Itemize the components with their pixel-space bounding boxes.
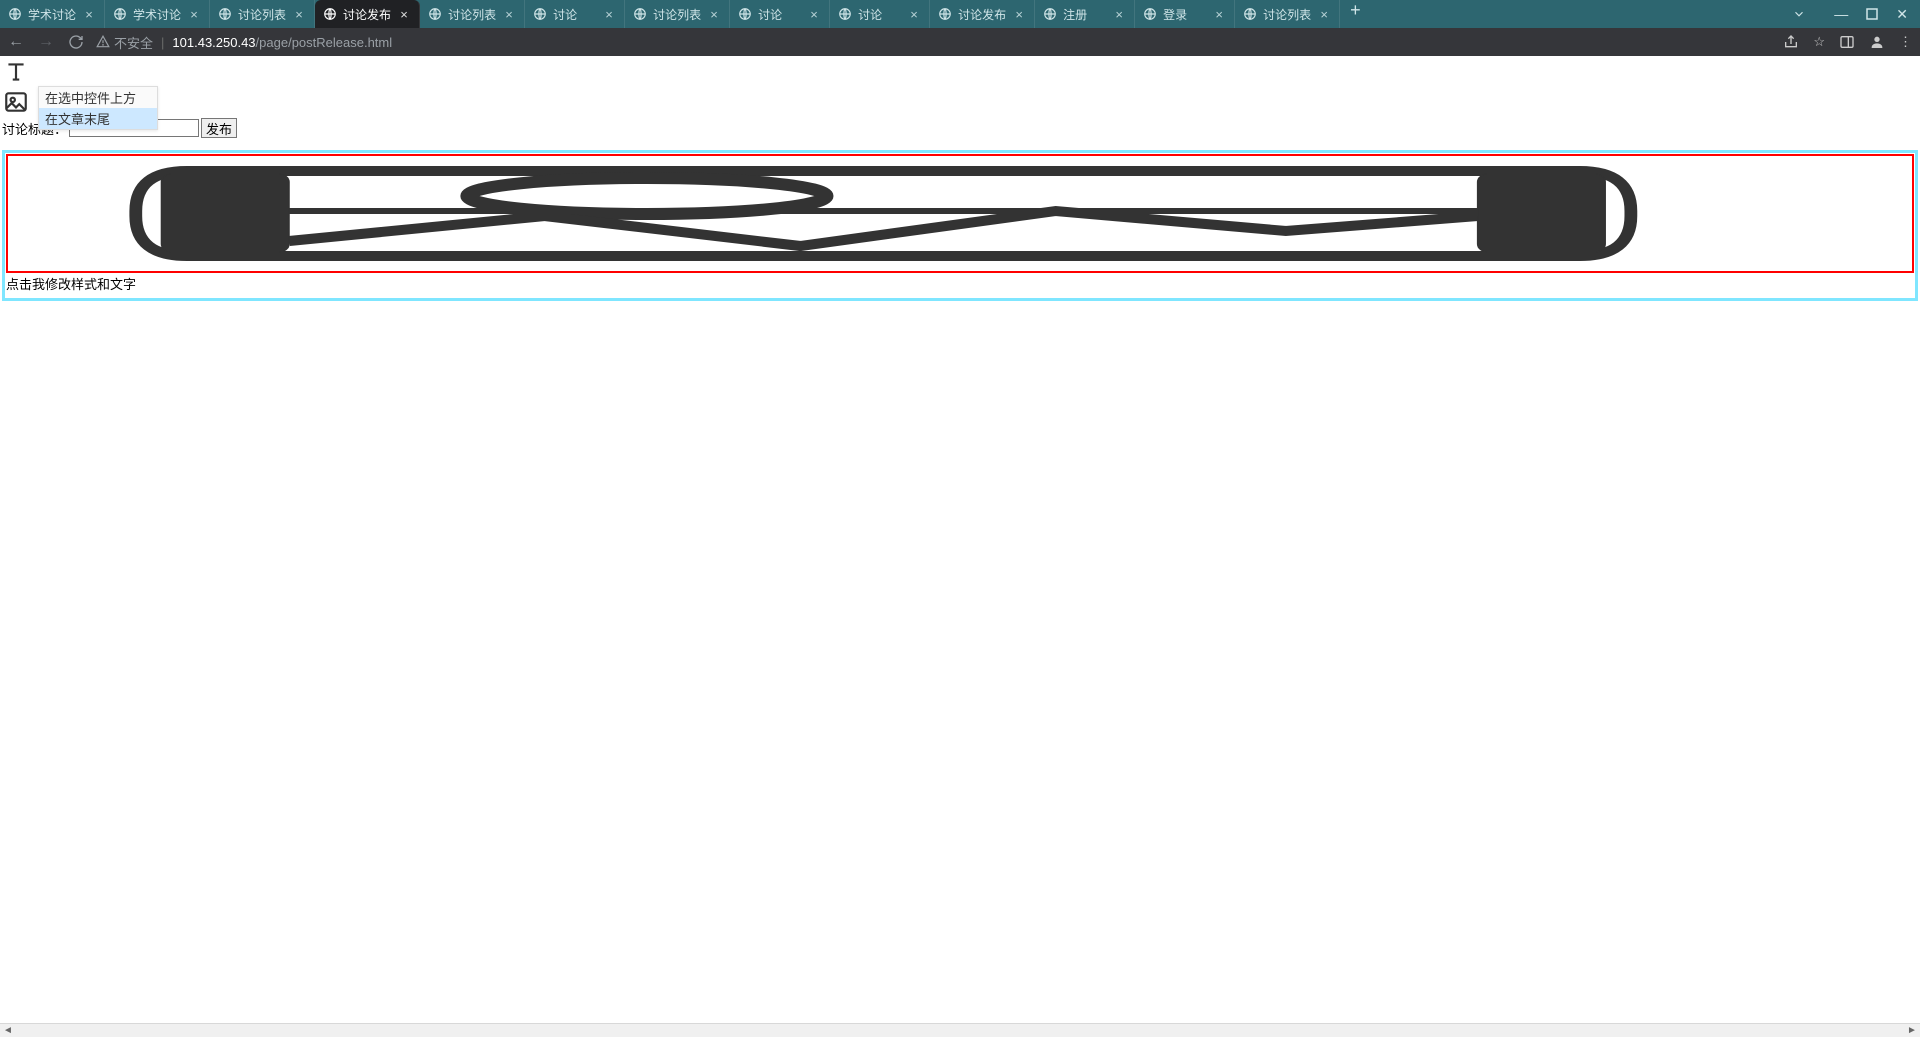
insecure-label: 不安全 bbox=[114, 33, 153, 52]
tab-title: 讨论列表 bbox=[1263, 6, 1311, 23]
scroll-right-icon[interactable]: ► bbox=[1904, 1024, 1920, 1037]
profile-icon[interactable] bbox=[1869, 34, 1885, 50]
editor-area: 点击我修改样式和文字 bbox=[2, 150, 1918, 301]
tab-discussion-3[interactable]: 讨论 × bbox=[830, 0, 930, 28]
kebab-menu-icon[interactable]: ⋮ bbox=[1899, 34, 1912, 50]
tab-academic-discussion-1[interactable]: 学术讨论 × bbox=[0, 0, 105, 28]
tab-post-release[interactable]: 讨论发布 × bbox=[315, 0, 420, 28]
globe-icon bbox=[838, 7, 852, 21]
globe-icon bbox=[8, 7, 22, 21]
text-tool-button[interactable] bbox=[2, 58, 30, 86]
back-icon[interactable]: ← bbox=[8, 33, 24, 51]
globe-icon bbox=[533, 7, 547, 21]
tabs-container: 学术讨论 × 学术讨论 × 讨论列表 × 讨论发布 × 讨论列表 × 讨论 × bbox=[0, 0, 1780, 28]
dropdown-option-end[interactable]: 在文章末尾 bbox=[39, 108, 157, 129]
close-icon[interactable]: × bbox=[1012, 7, 1026, 21]
toolbar-right-icons: ☆ ⋮ bbox=[1783, 34, 1912, 50]
close-icon[interactable]: × bbox=[707, 7, 721, 21]
tab-title: 学术讨论 bbox=[28, 6, 76, 23]
close-window-icon[interactable]: ✕ bbox=[1896, 6, 1908, 23]
chevron-down-icon[interactable] bbox=[1792, 7, 1806, 21]
tab-post-release-2[interactable]: 讨论发布 × bbox=[930, 0, 1035, 28]
tab-title: 讨论列表 bbox=[448, 6, 496, 23]
tab-academic-discussion-2[interactable]: 学术讨论 × bbox=[105, 0, 210, 28]
globe-icon bbox=[113, 7, 127, 21]
star-icon[interactable]: ☆ bbox=[1813, 34, 1825, 50]
address-bar: ← → 不安全 | 101.43.250.43/page/postRelease… bbox=[0, 28, 1920, 56]
close-icon[interactable]: × bbox=[807, 7, 821, 21]
globe-icon bbox=[738, 7, 752, 21]
tab-title: 讨论 bbox=[858, 6, 901, 23]
maximize-icon[interactable] bbox=[1866, 8, 1878, 20]
close-icon[interactable]: × bbox=[187, 7, 201, 21]
editable-text-block[interactable]: 点击我修改样式和文字 bbox=[6, 273, 1914, 297]
tab-discussion-2[interactable]: 讨论 × bbox=[730, 0, 830, 28]
tab-title: 学术讨论 bbox=[133, 6, 181, 23]
close-icon[interactable]: × bbox=[907, 7, 921, 21]
side-panel-icon[interactable] bbox=[1839, 34, 1855, 50]
tab-login[interactable]: 登录 × bbox=[1135, 0, 1235, 28]
url-path: /page/postRelease.html bbox=[256, 35, 393, 50]
minimize-icon[interactable]: — bbox=[1834, 6, 1848, 22]
url-host: 101.43.250.43 bbox=[172, 35, 255, 50]
close-icon[interactable]: × bbox=[1317, 7, 1331, 21]
tab-title: 讨论 bbox=[758, 6, 801, 23]
tab-title: 讨论列表 bbox=[653, 6, 701, 23]
tab-title: 讨论发布 bbox=[958, 6, 1006, 23]
globe-icon bbox=[633, 7, 647, 21]
close-icon[interactable]: × bbox=[602, 7, 616, 21]
nav-buttons: ← → bbox=[8, 33, 84, 51]
share-icon[interactable] bbox=[1783, 34, 1799, 50]
page-content: 在选中控件上方 在文章末尾 讨论标题： 发布 bbox=[0, 56, 1920, 1023]
tab-discussion-1[interactable]: 讨论 × bbox=[525, 0, 625, 28]
tab-title: 讨论发布 bbox=[343, 6, 391, 23]
close-icon[interactable]: × bbox=[292, 7, 306, 21]
close-icon[interactable]: × bbox=[502, 7, 516, 21]
new-tab-button[interactable]: + bbox=[1340, 0, 1371, 28]
publish-button[interactable]: 发布 bbox=[201, 118, 237, 138]
tab-discussion-list-3[interactable]: 讨论列表 × bbox=[625, 0, 730, 28]
scroll-left-icon[interactable]: ◄ bbox=[0, 1024, 16, 1037]
close-icon[interactable]: × bbox=[82, 7, 96, 21]
close-icon[interactable]: × bbox=[1112, 7, 1126, 21]
tab-discussion-list-1[interactable]: 讨论列表 × bbox=[210, 0, 315, 28]
image-placeholder-block[interactable] bbox=[6, 154, 1914, 273]
globe-icon bbox=[938, 7, 952, 21]
globe-icon bbox=[218, 7, 232, 21]
window-controls: — ✕ bbox=[1780, 6, 1920, 23]
url-divider: | bbox=[161, 35, 164, 50]
globe-icon bbox=[1243, 7, 1257, 21]
close-icon[interactable]: × bbox=[1212, 7, 1226, 21]
dropdown-option-above[interactable]: 在选中控件上方 bbox=[39, 87, 157, 108]
reload-icon[interactable] bbox=[68, 34, 84, 50]
tab-title: 讨论列表 bbox=[238, 6, 286, 23]
tab-title: 登录 bbox=[1163, 6, 1206, 23]
globe-icon bbox=[428, 7, 442, 21]
browser-tab-strip: 学术讨论 × 学术讨论 × 讨论列表 × 讨论发布 × 讨论列表 × 讨论 × bbox=[0, 0, 1920, 28]
globe-icon bbox=[1143, 7, 1157, 21]
tab-discussion-list-2[interactable]: 讨论列表 × bbox=[420, 0, 525, 28]
tab-title: 注册 bbox=[1063, 6, 1106, 23]
globe-icon bbox=[1043, 7, 1057, 21]
close-icon[interactable]: × bbox=[397, 7, 411, 21]
tab-title: 讨论 bbox=[553, 6, 596, 23]
tab-discussion-list-4[interactable]: 讨论列表 × bbox=[1235, 0, 1340, 28]
forward-icon[interactable]: → bbox=[38, 33, 54, 51]
tab-register[interactable]: 注册 × bbox=[1035, 0, 1135, 28]
selected-block[interactable]: 点击我修改样式和文字 bbox=[2, 150, 1918, 301]
image-tool-button[interactable] bbox=[2, 88, 30, 116]
horizontal-scrollbar[interactable]: ◄ ► bbox=[0, 1023, 1920, 1037]
globe-icon bbox=[323, 7, 337, 21]
insecure-badge: 不安全 bbox=[96, 33, 153, 52]
insert-position-dropdown[interactable]: 在选中控件上方 在文章末尾 bbox=[38, 86, 158, 130]
url-box[interactable]: 不安全 | 101.43.250.43/page/postRelease.htm… bbox=[96, 33, 1771, 52]
